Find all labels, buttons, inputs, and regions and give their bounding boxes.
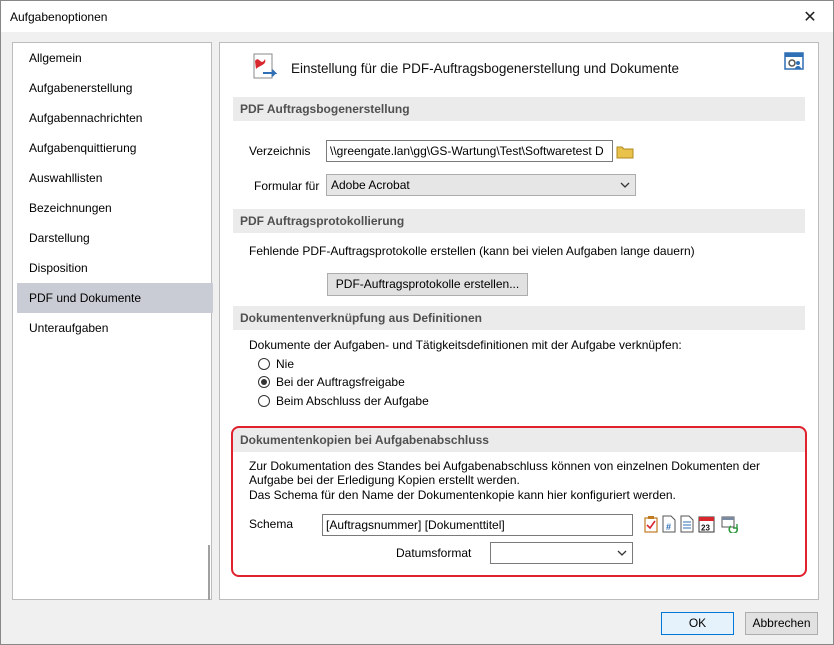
section-doc-linking: Dokumentenverknüpfung aus Definitionen [233,306,805,330]
cancel-button[interactable]: Abbrechen [745,612,818,635]
nav-item-auswahllisten[interactable]: Auswahllisten [17,163,213,193]
window-title: Aufgabenoptionen [10,10,108,24]
svg-text:#: # [666,522,671,532]
nav-item-allgemein[interactable]: Allgemein [17,43,213,73]
radio-auftragsfreigabe-label: Bei der Auftragsfreigabe [276,375,405,389]
ok-button[interactable]: OK [661,612,734,635]
directory-input[interactable]: \\greengate.lan\gg\GS-Wartung\Test\Softw… [326,140,613,162]
options-dialog: Aufgabenoptionen ✕ Allgemein Aufgabeners… [0,0,834,645]
title-bar: Aufgabenoptionen ✕ [1,1,833,32]
form-select[interactable]: Adobe Acrobat [326,174,636,196]
settings-user-icon[interactable] [784,52,804,72]
number-field-icon[interactable]: # [661,515,677,533]
nav-item-bezeichnungen[interactable]: Bezeichnungen [17,193,213,223]
form-select-value: Adobe Acrobat [331,178,410,192]
logging-description: Fehlende PDF-Auftragsprotokolle erstelle… [249,244,695,258]
pdf-document-icon [253,53,278,79]
nav-item-aufgabenerstellung[interactable]: Aufgabenerstellung [17,73,213,103]
section-pdf-creation: PDF Auftragsbogenerstellung [233,97,805,121]
radio-abschluss[interactable] [258,395,270,407]
calendar-date-icon[interactable]: 23 [698,515,715,533]
nav-item-disposition[interactable]: Disposition [17,253,213,283]
copies-text-line2: Aufgabe bei der Erledigung Kopien erstel… [249,473,520,487]
radio-nie[interactable] [258,358,270,370]
close-icon[interactable]: ✕ [787,1,833,32]
chevron-down-icon [620,182,630,188]
copies-text-line1: Zur Dokumentation des Standes bei Aufgab… [249,459,761,473]
create-logs-button[interactable]: PDF-Auftragsprotokolle erstellen... [327,273,528,296]
nav-scrollbar[interactable] [208,545,210,600]
category-list: Allgemein Aufgabenerstellung Aufgabennac… [12,42,213,600]
task-checklist-icon[interactable] [643,515,659,533]
nav-item-pdf-und-dokumente[interactable]: PDF und Dokumente [17,283,213,313]
schema-input[interactable]: [Auftragsnummer] [Dokumenttitel] [322,514,633,536]
nav-item-aufgabennachrichten[interactable]: Aufgabennachrichten [17,103,213,133]
schema-label: Schema [249,517,294,531]
folder-icon[interactable] [614,140,636,162]
directory-label: Verzeichnis [249,144,311,158]
document-field-icon[interactable] [679,515,695,533]
nav-item-unteraufgaben[interactable]: Unteraufgaben [17,313,213,343]
radio-auftragsfreigabe[interactable] [258,376,270,388]
refresh-field-icon[interactable] [721,515,739,533]
copies-text-line3: Das Schema für den Name der Dokumentenko… [249,488,676,502]
radio-nie-label: Nie [276,357,295,371]
section-doc-copies: Dokumentenkopien bei Aufgabenabschluss [233,428,805,452]
date-format-select[interactable] [490,542,633,564]
linking-description: Dokumente der Aufgaben- und Tätigkeitsde… [249,338,682,352]
date-format-label: Datumsformat [396,546,472,560]
radio-abschluss-label: Beim Abschluss der Aufgabe [276,394,429,408]
chevron-down-icon [617,550,627,556]
nav-item-aufgabenquittierung[interactable]: Aufgabenquittierung [17,133,213,163]
page-title: Einstellung für die PDF-Auftragsbogeners… [291,61,679,76]
section-pdf-logging: PDF Auftragsprotokollierung [233,209,805,233]
svg-text:23: 23 [701,524,710,533]
form-label: Formular für [254,179,320,193]
nav-item-darstellung[interactable]: Darstellung [17,223,213,253]
